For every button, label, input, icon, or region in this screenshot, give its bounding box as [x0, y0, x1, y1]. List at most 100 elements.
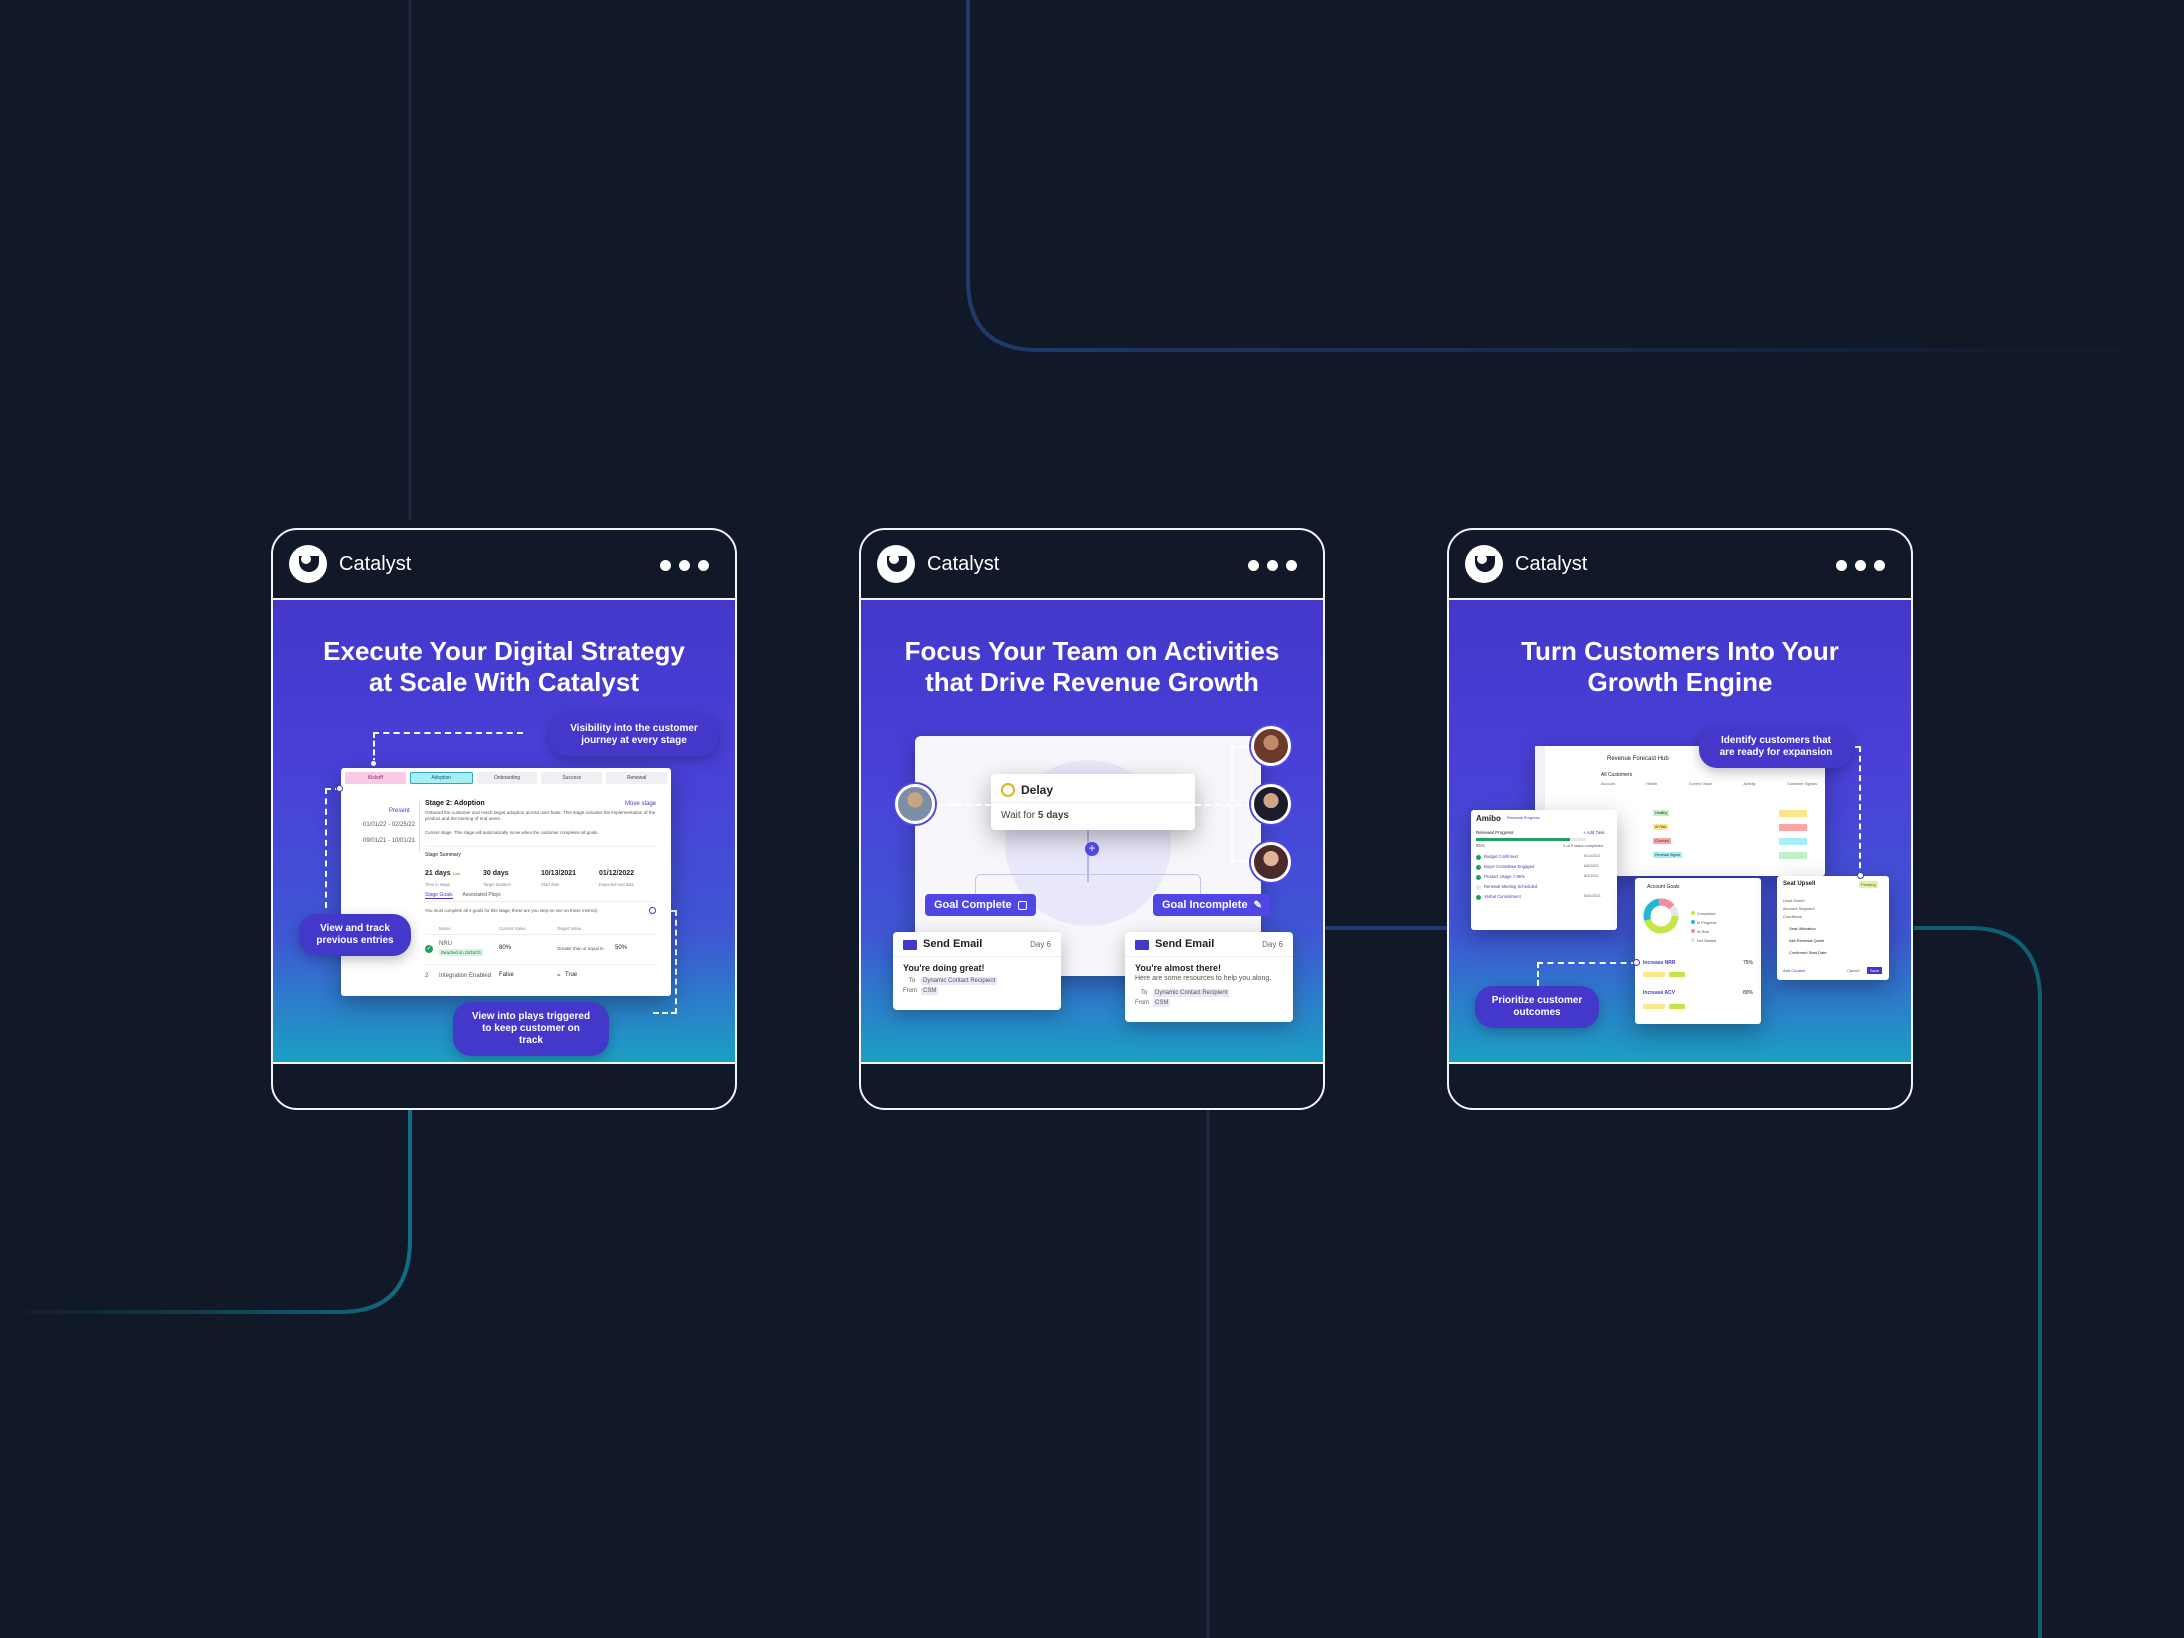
date-range: 01/01/22 - 02/25/22 [363, 822, 416, 828]
catalyst-logo-icon [289, 545, 327, 583]
task-name: Product Usage > 85% [1484, 874, 1525, 879]
delay-node[interactable]: Delay Wait for 5 days [991, 774, 1195, 830]
status-badge [1643, 972, 1665, 977]
brand-name: Catalyst [927, 552, 1000, 575]
add-task-link[interactable]: + Add Task [1583, 830, 1605, 835]
signal-tag [1779, 838, 1807, 845]
tasks-count: 4 of 5 tasks completed [1563, 843, 1604, 848]
goal-complete-button[interactable]: Goal Complete [925, 894, 1036, 916]
metric: 30 days Target duration [483, 862, 539, 887]
stage-tab[interactable]: Onboarding [476, 772, 538, 784]
task-date: 8/11/2021 [1584, 854, 1601, 858]
col-header: Target Value [557, 926, 582, 931]
metric: 21 days Late Time in stage [425, 862, 481, 887]
card-title: Focus Your Team on Activities that Drive… [904, 636, 1280, 697]
tab-stage-goals[interactable]: Stage Goals [425, 892, 453, 899]
legend-item: Not Started [1691, 929, 1716, 943]
goal-tag: Reached on 10/15/21 [439, 949, 484, 956]
stage-tab[interactable]: Success [541, 772, 603, 784]
progress-track [1476, 838, 1586, 841]
progress-pct: 85% [1476, 843, 1485, 848]
signal-tag [1779, 810, 1807, 817]
upsell-item: Seat Utilization [1789, 926, 1816, 931]
date-range: 09/01/21 - 10/01/21 [363, 838, 416, 844]
from-label: From [1135, 1000, 1149, 1006]
account-name: Amibo [1476, 814, 1501, 823]
goal-value: 75% [1743, 960, 1754, 966]
metric-value: 10/13/2021 [541, 870, 577, 877]
target-operator: = [557, 973, 561, 979]
email-node[interactable]: Send Email Day 6 You're doing great! To … [893, 932, 1061, 1010]
stage-metrics: 21 days Late Time in stage 30 days Target du… [425, 862, 657, 887]
email-title: Send Email [1155, 938, 1215, 950]
task-date: 8/8/2021 [1584, 864, 1599, 868]
goal-note: You must complete all 4 goals for this s… [425, 908, 598, 913]
mail-icon [903, 940, 917, 950]
email-node[interactable]: Send Email Day 6 You're almost there! He… [1125, 932, 1293, 1022]
hub-column-header: Account [1601, 782, 1615, 786]
legend-item: In Progress [1691, 911, 1716, 925]
to-value: Dynamic Contact Recipient [921, 977, 998, 985]
health-tag: At Risk [1653, 824, 1669, 830]
stage-tab[interactable]: Renewal [606, 772, 667, 784]
callout-visibility: Visibility into the customer journey at … [549, 714, 719, 756]
move-stage-link[interactable]: Move stage [625, 801, 656, 807]
brand-name: Catalyst [339, 552, 412, 575]
hub-row: Churned [1653, 838, 1817, 846]
goal-name: NRU [439, 941, 452, 947]
divider [893, 956, 1061, 957]
stage-tab[interactable]: Kickoff [345, 772, 406, 784]
card-body: Focus Your Team on Activities that Drive… [861, 600, 1323, 1064]
task-row: Product Usage > 85% 8/3/2021 [1476, 874, 1612, 882]
upsell-badge: Pending [1859, 881, 1878, 888]
legend-item: At Risk [1691, 920, 1709, 934]
pending-icon [1476, 885, 1481, 890]
card-growth-engine: Catalyst Turn Customers Into Your Growth… [1447, 528, 1913, 1110]
goal-name: Increase ACV [1643, 990, 1676, 996]
health-tag: Healthy [1653, 810, 1670, 816]
signal-tag [1779, 852, 1807, 859]
stage-panel: Kickoff Adoption Onboarding Success Rene… [341, 768, 671, 996]
more-options-icon[interactable] [660, 560, 709, 571]
email-title: Send Email [923, 938, 983, 950]
section-label: Renewal Progress [1476, 830, 1514, 835]
brand-name: Catalyst [1515, 552, 1588, 575]
callout-view-track: View and track previous entries [299, 914, 411, 956]
task-name: Budget Confirmed [1484, 854, 1518, 859]
upsell-row: Conditions [1783, 914, 1802, 919]
cancel-button[interactable]: Cancel [1847, 968, 1859, 973]
more-options-icon[interactable] [1248, 560, 1297, 571]
goal-complete-label: Goal Complete [934, 899, 1012, 911]
add-contact-link[interactable]: Add Contact [1783, 968, 1805, 973]
legend-label: Not Started [1697, 939, 1717, 943]
target-value: 50% [615, 945, 628, 951]
legend-swatch [1691, 938, 1695, 942]
stage-tab-active[interactable]: Adoption [409, 772, 473, 784]
avatar [1251, 842, 1291, 882]
save-button[interactable]: Save [1867, 967, 1883, 974]
renewal-tasks: Budget Confirmed 8/11/2021 Buyer Committee… [1476, 854, 1612, 928]
account-goals-panel: Account Goals Completed In Progress At Ris… [1635, 878, 1761, 1024]
card-title: Execute Your Digital Strategy at Scale W… [323, 636, 685, 697]
goal-value: 80% [1743, 990, 1754, 996]
more-options-icon[interactable] [1836, 560, 1885, 571]
amibo-renewal-panel: Amibo Renewal Progress Renewal Progress … [1471, 810, 1617, 930]
avatar [1251, 726, 1291, 766]
goal-incomplete-button[interactable]: Goal Incomplete ✎ [1153, 894, 1271, 916]
goal-incomplete-label: Goal Incomplete [1162, 899, 1248, 911]
tab-associated-plays[interactable]: Associated Plays [463, 892, 501, 899]
add-step-icon[interactable]: + [1085, 842, 1099, 856]
from-value: CSM [1153, 999, 1171, 1007]
to-label: To [909, 978, 916, 984]
seat-upsell-panel: Seat Upsell Pending Lead Owner Account S… [1777, 876, 1889, 980]
connector-avatars [1231, 746, 1251, 862]
hub-subtitle: All Customers [1601, 772, 1633, 778]
divider [1125, 956, 1293, 957]
upsell-item: Confirmed Start Date [1789, 950, 1827, 955]
task-name: Renewal Meeting Scheduled [1484, 884, 1538, 889]
upsell-item: Ask Renewal Quote [1789, 938, 1825, 943]
task-row: Renewal Meeting Scheduled [1476, 884, 1612, 892]
metric-value: 30 days [483, 870, 509, 877]
card-body: Turn Customers Into Your Growth Engine R… [1449, 600, 1911, 1064]
health-tag: Churned [1653, 838, 1671, 844]
